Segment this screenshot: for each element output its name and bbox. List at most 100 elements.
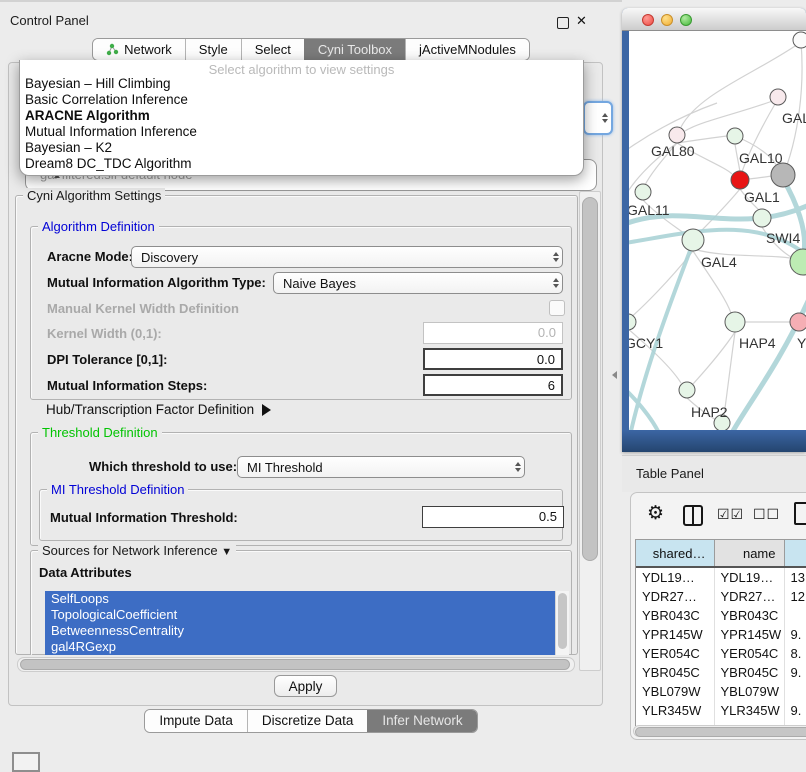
table-row[interactable]: YLR345W YLR345W 9.	[636, 701, 806, 720]
data-attribute-item[interactable]: TopologicalCoefficient	[45, 607, 555, 623]
splitter-collapse-icon[interactable]	[612, 371, 617, 379]
node-hap2[interactable]	[679, 382, 695, 398]
node-bright-green[interactable]	[790, 249, 806, 275]
float-window-icon[interactable]	[557, 17, 569, 29]
algorithm-option[interactable]: Bayesian – Hill Climbing	[20, 76, 583, 92]
node-gal-partial[interactable]	[770, 89, 786, 105]
tab-jactivemnodules[interactable]: jActiveMNodules	[405, 39, 529, 60]
table-row[interactable]: YDL19… YDL19… 13	[636, 567, 806, 587]
dpi-tolerance-field[interactable]: 0.0	[423, 348, 563, 370]
column-header-name[interactable]: name	[714, 540, 784, 567]
node-gal11[interactable]	[635, 184, 651, 200]
algorithm-option[interactable]: Dream8 DC_TDC Algorithm	[20, 156, 583, 172]
tab-network[interactable]: Network	[93, 39, 185, 60]
docked-panel-icon[interactable]	[12, 752, 40, 772]
combo-spinner-icon	[515, 462, 521, 472]
table-toolbar: ⚙ ☑☑ ☐☐	[631, 493, 806, 537]
cyni-bottom-tabbar: Impute Data Discretize Data Infer Networ…	[0, 709, 622, 733]
algorithm-option[interactable]: ARACNE Algorithm	[20, 108, 583, 124]
which-threshold-combobox[interactable]: MI Threshold	[237, 456, 525, 478]
zoom-traffic-light-icon[interactable]	[680, 14, 692, 26]
control-panel: Control Panel ✕ Network Style Select Cyn…	[0, 0, 622, 764]
mi-threshold-field[interactable]: 0.5	[422, 506, 564, 528]
close-traffic-light-icon[interactable]	[642, 14, 654, 26]
table-panel: ⚙ ☑☑ ☐☐ shared… name YDL19… YDL19…	[630, 492, 806, 740]
scrollbar-thumb[interactable]	[558, 593, 567, 649]
node-label: GAL11	[629, 202, 670, 218]
cyni-toolbox-panel: gal-filtered.sif default node Cyni Algor…	[8, 62, 603, 706]
scrollbar-thumb[interactable]	[635, 727, 806, 737]
node-gal4[interactable]	[682, 229, 704, 251]
document-icon[interactable]	[794, 502, 806, 525]
manual-kernel-width-checkbox[interactable]	[549, 300, 565, 316]
network-canvas[interactable]: GAL GAL80 GAL10 GAL1 GAL11 SWI4 GAL4 GCY…	[629, 31, 806, 430]
table-row[interactable]: YPR145W YPR145W 9.	[636, 625, 806, 644]
tab-cyni-toolbox[interactable]: Cyni Toolbox	[304, 39, 405, 60]
close-icon[interactable]: ✕	[576, 13, 587, 29]
collapsed-arrow-icon	[262, 404, 271, 416]
deselect-all-checkboxes-icon[interactable]: ☐☐	[753, 506, 780, 523]
column-header-shared-name[interactable]: shared…	[636, 540, 714, 567]
select-all-checkboxes-icon[interactable]: ☑☑	[717, 506, 744, 523]
data-attributes-list: SelfLoops TopologicalCoefficient Between…	[45, 591, 555, 655]
node-swi4[interactable]	[753, 209, 771, 227]
tab-discretize-data[interactable]: Discretize Data	[247, 710, 368, 732]
mi-algorithm-type-combobox[interactable]: Naive Bayes	[273, 272, 563, 294]
focused-combo-fragment[interactable]	[583, 101, 613, 135]
table-row[interactable]: YBR043C YBR043C	[636, 606, 806, 625]
apply-button[interactable]: Apply	[274, 675, 338, 697]
combo-spinner-icon	[602, 113, 608, 123]
tab-style[interactable]: Style	[185, 39, 241, 60]
mi-threshold-label: Mutual Information Threshold:	[50, 510, 238, 525]
control-panel-titlebar: Control Panel ✕	[0, 8, 622, 34]
settings-gear-icon[interactable]: ⚙	[647, 502, 664, 525]
network-window-titlebar[interactable]	[622, 8, 806, 31]
node-label: Y	[797, 335, 806, 351]
column-header-clipped[interactable]	[784, 540, 806, 567]
cyni-algorithm-settings-group: Cyni Algorithm Settings Algorithm Defini…	[15, 195, 578, 655]
data-attribute-item[interactable]: SelfLoops	[45, 591, 555, 607]
settings-horizontal-scrollbar[interactable]	[17, 657, 575, 672]
algorithm-option[interactable]: Mutual Information Inference	[20, 124, 583, 140]
aracne-mode-combobox[interactable]: Discovery	[131, 246, 563, 268]
tab-select[interactable]: Select	[241, 39, 304, 60]
table-panel-header: Table Panel	[622, 455, 806, 492]
data-attribute-item[interactable]: gal4RGexp	[45, 639, 555, 655]
control-panel-tabbar: Network Style Select Cyni Toolbox jActiv…	[0, 38, 622, 61]
columns-icon[interactable]	[683, 505, 703, 526]
node-gal1-red[interactable]	[731, 171, 749, 189]
node-unlabeled[interactable]	[793, 32, 806, 48]
scrollbar-thumb[interactable]	[582, 197, 598, 561]
minimize-traffic-light-icon[interactable]	[661, 14, 673, 26]
tab-infer-network[interactable]: Infer Network	[367, 710, 476, 732]
mi-steps-field[interactable]: 6	[423, 374, 563, 396]
settings-vertical-scrollbar[interactable]	[579, 191, 601, 671]
kernel-width-field[interactable]: 0.0	[423, 322, 563, 344]
node-hap4[interactable]	[725, 312, 745, 332]
node-gcy1[interactable]	[629, 314, 636, 330]
hub-section-toggle[interactable]: Hub/Transcription Factor Definition	[46, 402, 271, 417]
scrollbar-thumb[interactable]	[20, 659, 570, 670]
table-row[interactable]: YBR045C YBR045C 9.	[636, 663, 806, 682]
table-horizontal-scrollbar[interactable]	[633, 725, 806, 737]
algorithm-options: Bayesian – Hill Climbing Basic Correlati…	[20, 76, 583, 172]
network-node-labels: GAL GAL80 GAL10 GAL1 GAL11 SWI4 GAL4 GCY…	[629, 110, 806, 420]
algorithm-option[interactable]: Bayesian – K2	[20, 140, 583, 156]
node-y-partial[interactable]	[790, 313, 806, 331]
threshold-definition-group: Threshold Definition Which threshold to …	[30, 432, 572, 546]
tab-impute-data[interactable]: Impute Data	[145, 710, 247, 732]
combo-spinner-icon	[553, 278, 559, 288]
algorithm-option[interactable]: Basic Correlation Inference	[20, 92, 583, 108]
node-gray[interactable]	[771, 163, 795, 187]
attributes-scrollbar[interactable]	[555, 591, 569, 655]
table-row[interactable]: YBL079W YBL079W	[636, 682, 806, 701]
data-attribute-item[interactable]: BetweennessCentrality	[45, 623, 555, 639]
node-label: GAL1	[744, 189, 780, 205]
table-row[interactable]: YER054C YER054C 8.	[636, 644, 806, 663]
app-root: { "colors": { "selection_blue": "#3d6dc4…	[0, 0, 806, 762]
sources-toggle[interactable]: Sources for Network Inference ▼	[38, 543, 236, 558]
table-row[interactable]: YDR27… YDR27… 12	[636, 587, 806, 606]
dpi-tolerance-label: DPI Tolerance [0,1]:	[47, 352, 167, 367]
node-gal10[interactable]	[727, 128, 743, 144]
node-gal80[interactable]	[669, 127, 685, 143]
